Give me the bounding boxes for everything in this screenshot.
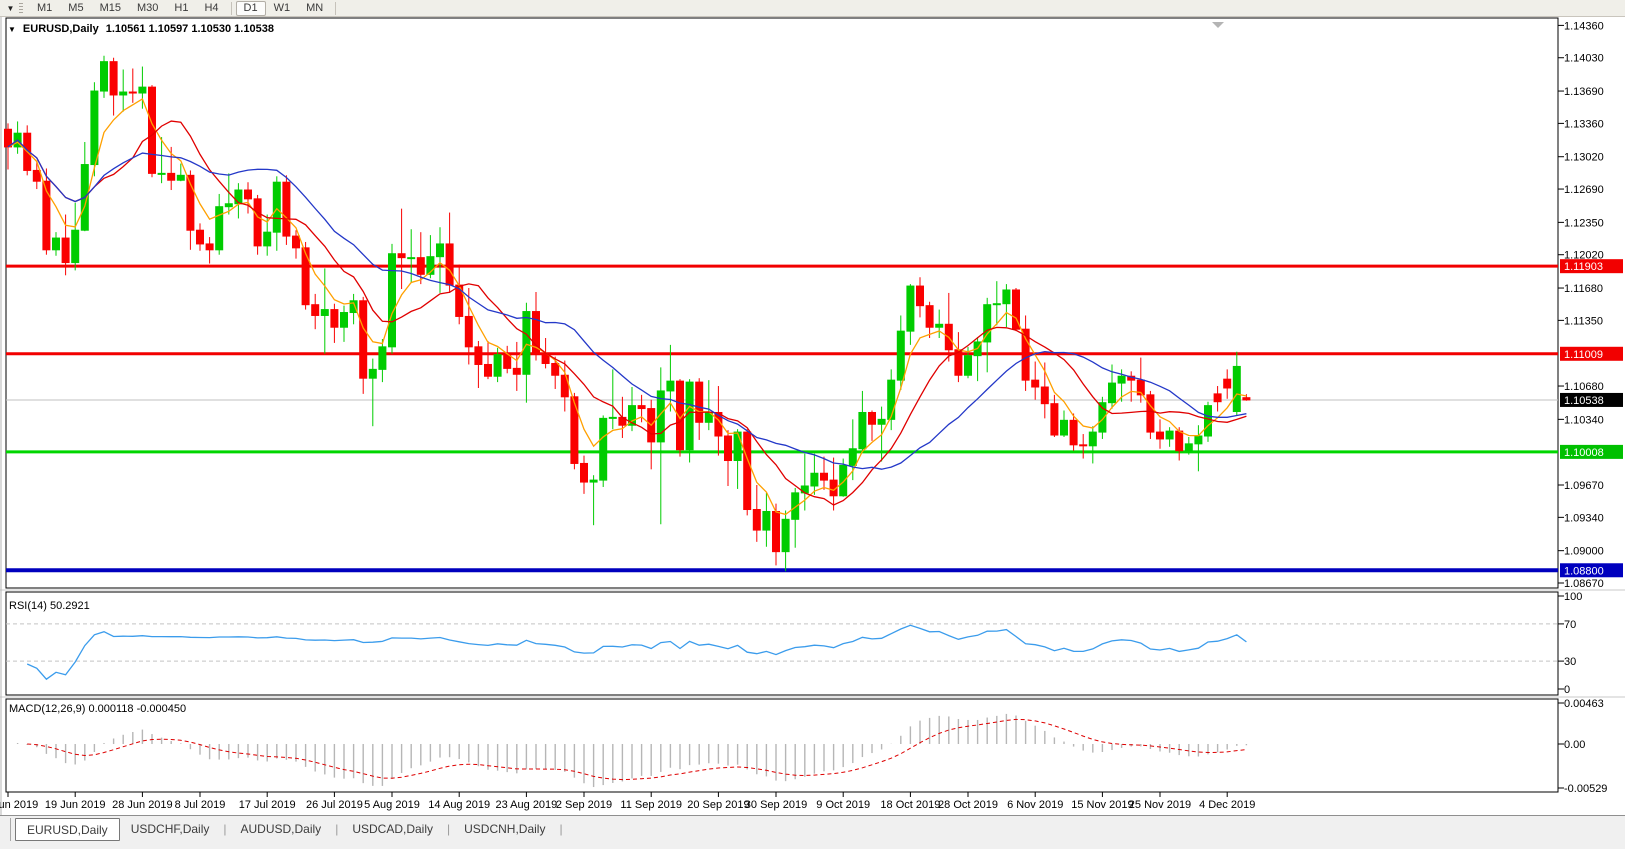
date-tick-label: 28 Oct 2019 — [938, 799, 998, 811]
date-tick-label: 4 Dec 2019 — [1199, 799, 1255, 811]
level-price-label: 1.11009 — [1564, 349, 1603, 361]
timeframe-toolbar: ▼ M1M5M15M30H1H4 D1W1MN — [0, 0, 1625, 17]
tab-separator: | — [220, 818, 229, 836]
macd-tick-label: -0.00529 — [1564, 783, 1607, 795]
rsi-tick-label: 70 — [1564, 619, 1576, 631]
timeframe-button-m30[interactable]: M30 — [129, 1, 166, 16]
main-panel[interactable] — [6, 18, 1558, 588]
date-tick-label: 19 Jun 2019 — [45, 799, 106, 811]
date-tick-label: 15 Nov 2019 — [1071, 799, 1133, 811]
timeframe-button-m15[interactable]: M15 — [92, 1, 129, 16]
price-tick-label: 1.12350 — [1564, 217, 1604, 229]
price-tick-label: 1.10680 — [1564, 381, 1604, 393]
price-tick-label: 1.14360 — [1564, 20, 1604, 32]
current-price-label: 1.10538 — [1564, 395, 1604, 407]
chart-window: 1.14360 1.14030 1.13690 1.13360 1.13020 1.126… — [0, 17, 1625, 815]
symbol-period-label: EURUSD,Daily — [23, 23, 99, 35]
timeframe-buttons: M1M5M15M30H1H4 D1W1MN — [29, 1, 340, 16]
date-tick-label: 30 Sep 2019 — [745, 799, 807, 811]
tab-separator: | — [444, 818, 453, 836]
rsi-panel[interactable] — [6, 592, 1558, 695]
date-tick-label: 8 Jul 2019 — [175, 799, 226, 811]
timeframe-button-m1[interactable]: M1 — [29, 1, 60, 16]
date-tick-label: 9 Oct 2019 — [816, 799, 870, 811]
date-tick-label: 25 Nov 2019 — [1129, 799, 1191, 811]
date-tick-label: 18 Oct 2019 — [880, 799, 940, 811]
timeframe-button-m5[interactable]: M5 — [60, 1, 91, 16]
price-tick-label: 1.11350 — [1564, 315, 1603, 327]
date-tick-label: 28 Jun 2019 — [112, 799, 173, 811]
toolbar-separator — [231, 2, 232, 15]
timeframe-button-w1[interactable]: W1 — [266, 1, 299, 16]
chart-dropdown-icon[interactable]: ▼ — [4, 4, 17, 13]
price-tick-label: 1.11680 — [1564, 283, 1603, 295]
price-tick-label: 1.13020 — [1564, 152, 1604, 164]
symbol-tab-audusd[interactable]: AUDUSD,Daily — [230, 818, 333, 841]
date-tick-label: 23 Aug 2019 — [496, 799, 558, 811]
price-tick-label: 1.08670 — [1564, 578, 1604, 590]
date-tick-label: 11 Sep 2019 — [620, 799, 682, 811]
macd-indicator-label: MACD(12,26,9) 0.000118 -0.000450 — [9, 703, 186, 715]
date-tick-label: 17 Jul 2019 — [239, 799, 296, 811]
date-tick-label: 6 Nov 2019 — [1007, 799, 1063, 811]
price-chart[interactable]: 1.14360 1.14030 1.13690 1.13360 1.13020 1.126… — [0, 17, 1625, 815]
timeframe-button-d1[interactable]: D1 — [236, 1, 266, 16]
rsi-tick-label: 30 — [1564, 656, 1576, 668]
collapse-arrow-icon[interactable]: ▼ — [8, 25, 16, 34]
price-tick-label: 1.09670 — [1564, 480, 1604, 492]
ohlc-values: 1.10561 1.10597 1.10530 1.10538 — [106, 23, 274, 35]
price-tick-label: 1.13360 — [1564, 118, 1604, 130]
level-price-label: 1.08800 — [1564, 565, 1604, 577]
date-tick-label: 10 Jun 2019 — [0, 799, 38, 811]
symbol-tab-usdchf[interactable]: USDCHF,Daily — [120, 818, 221, 841]
level-price-label: 1.11903 — [1564, 261, 1603, 273]
price-tick-label: 1.10340 — [1564, 414, 1604, 426]
chart-title: ▼ EURUSD,Daily 1.10561 1.10597 1.10530 1… — [8, 23, 274, 35]
date-tick-label: 26 Jul 2019 — [306, 799, 363, 811]
rsi-indicator-label: RSI(14) 50.2921 — [9, 600, 90, 612]
macd-tick-label: 0.00463 — [1564, 698, 1604, 710]
date-tick-label: 14 Aug 2019 — [428, 799, 490, 811]
macd-tick-label: 0.00 — [1564, 739, 1585, 751]
date-tick-label: 5 Aug 2019 — [364, 799, 420, 811]
price-tick-label: 1.14030 — [1564, 53, 1604, 65]
price-tick-label: 1.12690 — [1564, 184, 1604, 196]
timeframe-button-mn[interactable]: MN — [298, 1, 331, 16]
tabbar-notch — [0, 818, 11, 841]
price-tick-label: 1.09340 — [1564, 512, 1604, 524]
rsi-tick-label: 0 — [1564, 684, 1570, 696]
timeframe-button-h4[interactable]: H4 — [196, 1, 226, 16]
rsi-tick-label: 100 — [1564, 591, 1582, 603]
toolbar-separator — [335, 2, 336, 15]
symbol-tabbar: EURUSD,DailyUSDCHF,Daily|AUDUSD,Daily|US… — [0, 815, 1625, 849]
symbol-tab-usdcnh[interactable]: USDCNH,Daily — [453, 818, 556, 841]
date-tick-label: 20 Sep 2019 — [687, 799, 749, 811]
toolbar-grip-handle[interactable] — [19, 3, 23, 14]
symbol-tab-usdcad[interactable]: USDCAD,Daily — [341, 818, 444, 841]
tab-separator: | — [556, 818, 565, 836]
level-price-label: 1.10008 — [1564, 447, 1604, 459]
date-tick-label: 2 Sep 2019 — [556, 799, 612, 811]
timeframe-button-h1[interactable]: H1 — [166, 1, 196, 16]
price-tick-label: 1.13690 — [1564, 86, 1604, 98]
tab-separator: | — [332, 818, 341, 836]
price-tick-label: 1.09000 — [1564, 546, 1604, 558]
symbol-tab-eurusd[interactable]: EURUSD,Daily — [15, 818, 120, 841]
